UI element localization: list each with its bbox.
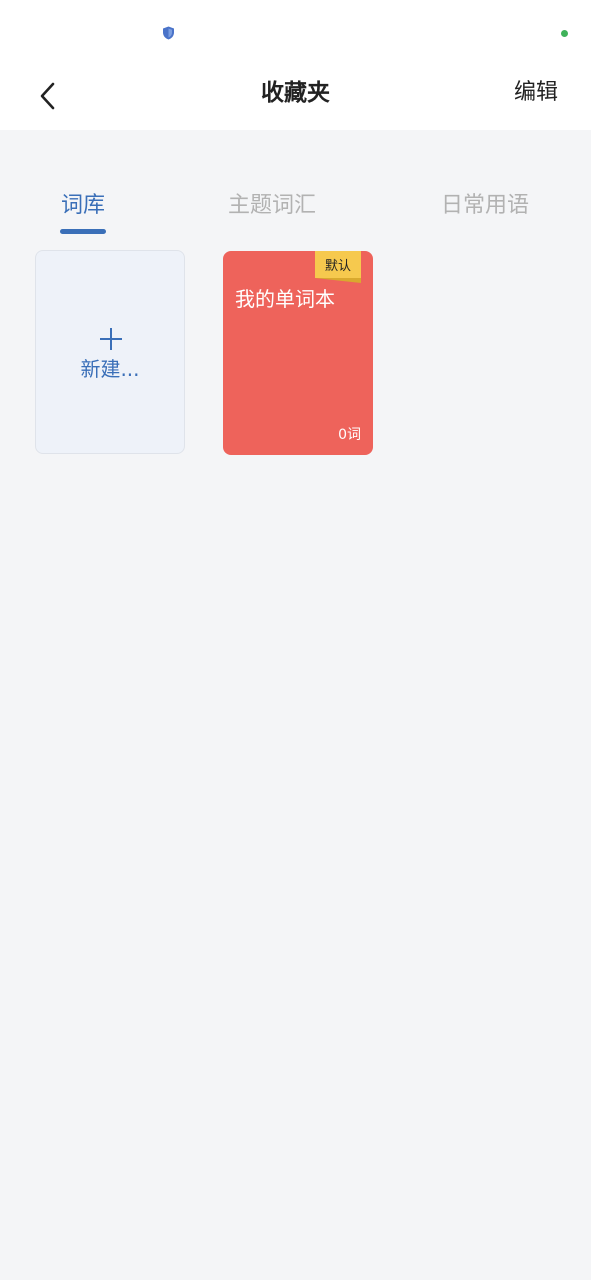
status-indicator-dot: [561, 30, 568, 37]
page-title: 收藏夹: [261, 80, 330, 106]
category-tabs: 词库 主题词汇 日常用语: [0, 180, 591, 240]
plus-icon: [100, 328, 122, 350]
nav-bar: 收藏夹 编辑: [0, 62, 591, 130]
active-tab-indicator: [60, 229, 106, 234]
default-badge: 默认: [324, 259, 351, 274]
edit-button[interactable]: 编辑: [514, 62, 558, 124]
wordbook-card[interactable]: 默认 我的单词本 0词: [223, 251, 373, 455]
tab-wordbank[interactable]: 词库: [61, 180, 105, 232]
new-wordbook-card[interactable]: 新建...: [35, 250, 185, 454]
shield-icon: [163, 26, 174, 40]
tab-daily-phrases[interactable]: 日常用语: [441, 180, 529, 232]
wordbook-title: 我的单词本: [235, 287, 335, 311]
tab-topic-vocabulary[interactable]: 主题词汇: [228, 180, 316, 232]
new-wordbook-label: 新建...: [80, 357, 140, 381]
wordbook-word-count: 0词: [338, 427, 361, 443]
status-bar: [0, 0, 591, 62]
